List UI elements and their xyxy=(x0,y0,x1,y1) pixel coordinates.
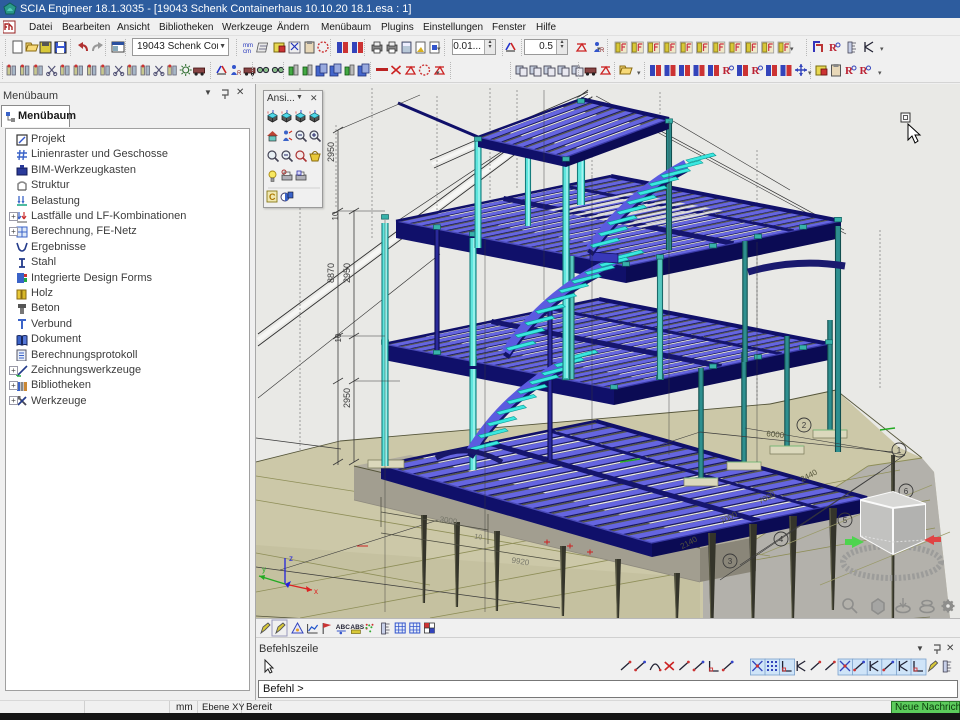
svg-text:2950: 2950 xyxy=(342,388,352,408)
svg-text:ABC: ABC xyxy=(336,624,350,631)
svg-text:2950: 2950 xyxy=(326,142,336,162)
svg-text:C: C xyxy=(269,192,276,202)
svg-text:4: 4 xyxy=(779,535,784,544)
svg-text:1: 1 xyxy=(897,446,902,455)
svg-text:x: x xyxy=(295,110,297,115)
svg-text:cm: cm xyxy=(243,49,251,55)
svg-text:3: 3 xyxy=(728,557,733,566)
svg-text:x: x xyxy=(309,110,311,115)
svg-text:6000: 6000 xyxy=(766,429,785,440)
svg-text:x: x xyxy=(314,587,318,596)
svg-text:5: 5 xyxy=(843,516,848,525)
svg-text:6: 6 xyxy=(904,487,909,496)
svg-text:8870: 8870 xyxy=(326,263,336,283)
svg-text:2950: 2950 xyxy=(342,263,352,283)
svg-text:z: z xyxy=(289,554,293,563)
svg-text:x: x xyxy=(281,110,283,115)
svg-text:10: 10 xyxy=(474,533,483,541)
svg-text:y: y xyxy=(262,565,266,574)
svg-text:R: R xyxy=(237,71,242,77)
svg-text:x: x xyxy=(267,110,269,115)
svg-text:10: 10 xyxy=(334,333,343,342)
svg-text:2: 2 xyxy=(802,421,807,430)
svg-text:10: 10 xyxy=(331,211,340,220)
